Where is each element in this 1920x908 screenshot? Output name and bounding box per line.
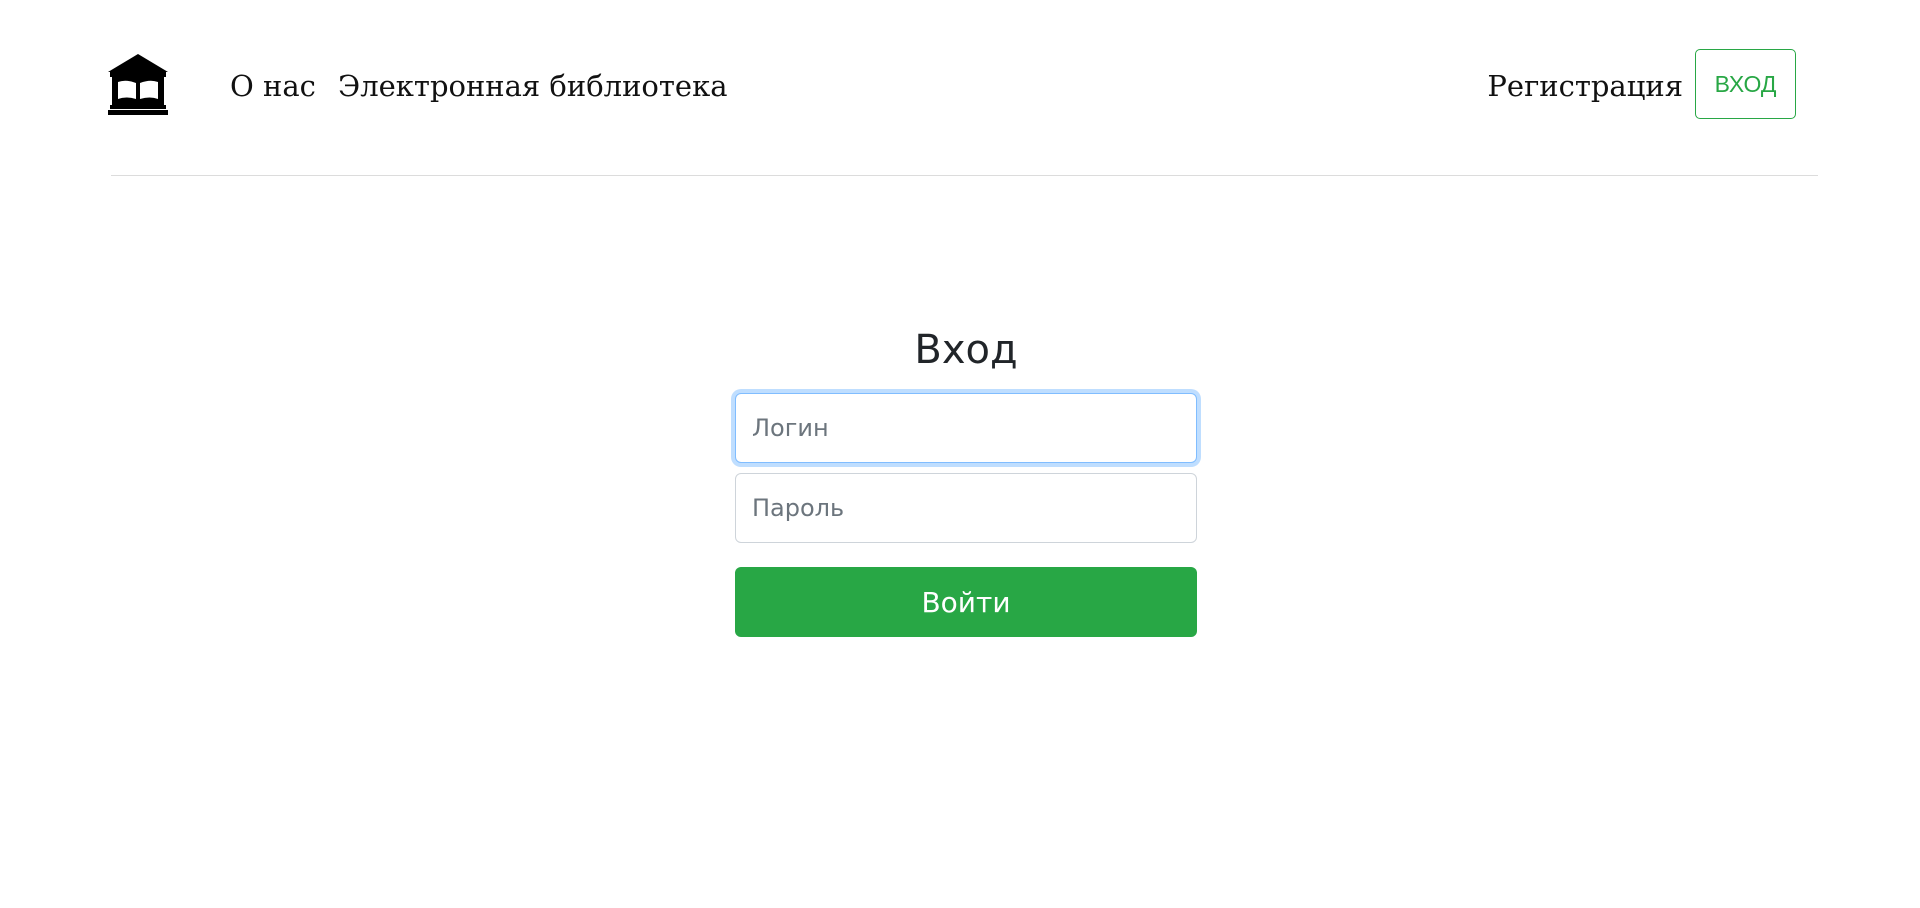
header-divider [111,175,1818,176]
header-login-button[interactable]: ВХОД [1695,49,1796,119]
password-input[interactable] [735,473,1197,543]
login-input[interactable] [735,393,1197,463]
register-link[interactable]: Регистрация [1487,66,1683,106]
login-form: Вход Войти [735,320,1197,637]
nav-link-about[interactable]: О нас [230,66,316,106]
nav-link-library[interactable]: Электронная библиотека [338,66,728,106]
library-logo-icon[interactable] [108,54,168,116]
submit-login-button[interactable]: Войти [735,567,1197,637]
site-header: О нас Электронная библиотека Регистрация… [0,0,1920,176]
form-title: Вход [914,327,1018,373]
library-building-icon [108,54,168,115]
